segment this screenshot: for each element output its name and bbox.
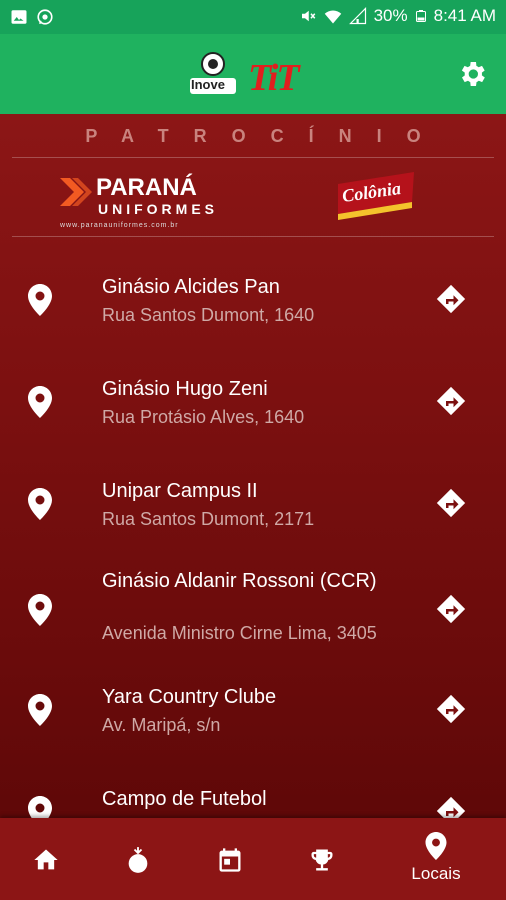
nav-locais[interactable]: Locais — [390, 818, 482, 900]
battery-icon — [415, 10, 426, 22]
colonia-logo[interactable]: Colônia — [336, 168, 416, 220]
location-item[interactable]: Unipar Campus II Rua Santos Dumont, 2171 — [0, 468, 506, 568]
trophy-icon — [311, 849, 333, 871]
location-item[interactable]: Yara Country Clube Av. Maripá, s/n — [0, 674, 506, 774]
location-pin-icon — [28, 386, 52, 418]
wifi-icon — [324, 10, 341, 24]
location-pin-icon — [28, 694, 52, 726]
parana-url: www.paranauniformes.com.br — [60, 222, 179, 229]
location-item[interactable]: Ginásio Aldanir Rossoni (CCR) Avenida Mi… — [0, 556, 506, 672]
location-name: Campo de Futebol — [102, 788, 267, 810]
directions-icon[interactable] — [436, 796, 466, 818]
nav-home[interactable] — [0, 818, 92, 900]
location-name: Ginásio Aldanir Rossoni (CCR) — [102, 570, 377, 592]
location-name: Yara Country Clube — [102, 686, 277, 708]
battery-percent: 30% — [373, 6, 408, 25]
location-address: Rua Santos Dumont, 1640 — [102, 305, 315, 325]
content-area: PATROCÍNIO PARANÁ UNIFORMES www.paranaun… — [0, 114, 506, 818]
nav-trophy[interactable] — [276, 818, 368, 900]
location-item[interactable]: Ginásio Alcides Pan Rua Santos Dumont, 1… — [0, 264, 506, 364]
location-name: Unipar Campus II — [102, 480, 258, 502]
parana-name: PARANÁ — [96, 174, 197, 201]
whatsapp-icon — [37, 9, 53, 25]
nav-calendar[interactable] — [184, 818, 276, 900]
location-address: Rua Santos Dumont, 2171 — [102, 509, 315, 529]
image-icon — [11, 10, 27, 24]
location-item[interactable]: Campo de Futebol — [0, 776, 506, 818]
location-item[interactable]: Ginásio Hugo Zeni Rua Protásio Alves, 16… — [0, 366, 506, 466]
location-name: Ginásio Alcides Pan — [102, 276, 280, 298]
divider — [12, 236, 494, 237]
directions-icon[interactable] — [436, 386, 466, 416]
clock: 8:41 AM — [433, 6, 496, 25]
directions-icon[interactable] — [436, 488, 466, 518]
directions-icon[interactable] — [436, 284, 466, 314]
divider — [12, 157, 494, 158]
app-bar: Inove TiT — [0, 34, 506, 114]
bottom-nav: Locais — [0, 818, 506, 900]
location-pin-icon — [28, 488, 52, 520]
location-address: Rua Protásio Alves, 1640 — [102, 407, 305, 427]
parana-uniformes-logo[interactable]: PARANÁ UNIFORMES www.paranauniformes.com… — [58, 170, 214, 232]
mute-icon — [301, 10, 315, 22]
location-pin-icon — [28, 284, 52, 316]
ball-icon — [128, 847, 148, 873]
tit-logo: TiT — [248, 57, 300, 99]
location-icon — [425, 832, 447, 860]
inove-logo-text: Inove — [191, 77, 225, 92]
gear-icon[interactable] — [456, 58, 488, 90]
directions-icon[interactable] — [436, 694, 466, 724]
location-pin-icon — [28, 594, 52, 626]
inove-logo: Inove — [188, 48, 238, 98]
nav-label-locais: Locais — [411, 864, 461, 883]
location-address: Avenida Ministro Cirne Lima, 3405 — [102, 623, 377, 643]
home-icon — [34, 849, 58, 870]
sponsor-logos: PARANÁ UNIFORMES www.paranauniformes.com… — [0, 162, 506, 236]
nav-games[interactable] — [92, 818, 184, 900]
location-pin-icon — [28, 796, 52, 818]
location-address: Av. Maripá, s/n — [102, 715, 221, 735]
parana-sub: UNIFORMES — [98, 201, 218, 217]
status-bar: 30% 8:41 AM — [0, 0, 506, 34]
directions-icon[interactable] — [436, 594, 466, 624]
location-name: Ginásio Hugo Zeni — [102, 378, 268, 400]
sponsor-title: PATROCÍNIO — [85, 126, 446, 146]
parana-chevron-icon — [60, 178, 92, 206]
calendar-icon — [219, 848, 241, 872]
signal-icon — [348, 7, 366, 25]
